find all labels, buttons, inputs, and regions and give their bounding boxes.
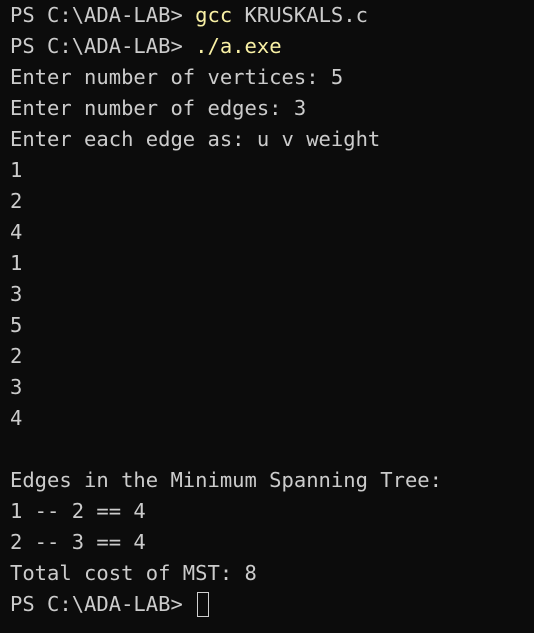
command-line-compile: PS C:\ADA-LAB> gcc KRUSKALS.c bbox=[10, 0, 534, 31]
input-line: 5 bbox=[10, 313, 23, 337]
input-line: 2 bbox=[10, 189, 23, 213]
output-line: 2 -- 3 == 4 bbox=[10, 530, 146, 554]
command-line-run: PS C:\ADA-LAB> ./a.exe bbox=[10, 31, 534, 62]
command-name: gcc bbox=[195, 3, 233, 27]
output-line: Enter each edge as: u v weight bbox=[10, 127, 381, 151]
output-line: Total cost of MST: 8 bbox=[10, 561, 257, 585]
shell-prompt: PS C:\ADA-LAB> bbox=[10, 592, 196, 616]
input-line: 1 bbox=[10, 158, 23, 182]
command-name: ./a.exe bbox=[195, 34, 282, 58]
input-line: 1 bbox=[10, 251, 23, 275]
command-args: KRUSKALS.c bbox=[232, 3, 368, 27]
input-line: 3 bbox=[10, 282, 23, 306]
input-line: 4 bbox=[10, 220, 23, 244]
shell-prompt: PS C:\ADA-LAB> bbox=[10, 3, 196, 27]
text-cursor[interactable] bbox=[197, 592, 210, 617]
output-line: Enter number of vertices: 5 bbox=[10, 65, 344, 89]
output-line: Edges in the Minimum Spanning Tree: bbox=[10, 468, 442, 492]
output-line: Enter number of edges: 3 bbox=[10, 96, 307, 120]
input-line: 3 bbox=[10, 375, 23, 399]
command-line-active[interactable]: PS C:\ADA-LAB> bbox=[10, 589, 534, 620]
output-line: 1 -- 2 == 4 bbox=[10, 499, 146, 523]
shell-prompt: PS C:\ADA-LAB> bbox=[10, 34, 196, 58]
terminal-window[interactable]: PS C:\ADA-LAB> gcc KRUSKALS.c PS C:\ADA-… bbox=[0, 0, 534, 633]
input-line: 4 bbox=[10, 406, 23, 430]
input-line: 2 bbox=[10, 344, 23, 368]
